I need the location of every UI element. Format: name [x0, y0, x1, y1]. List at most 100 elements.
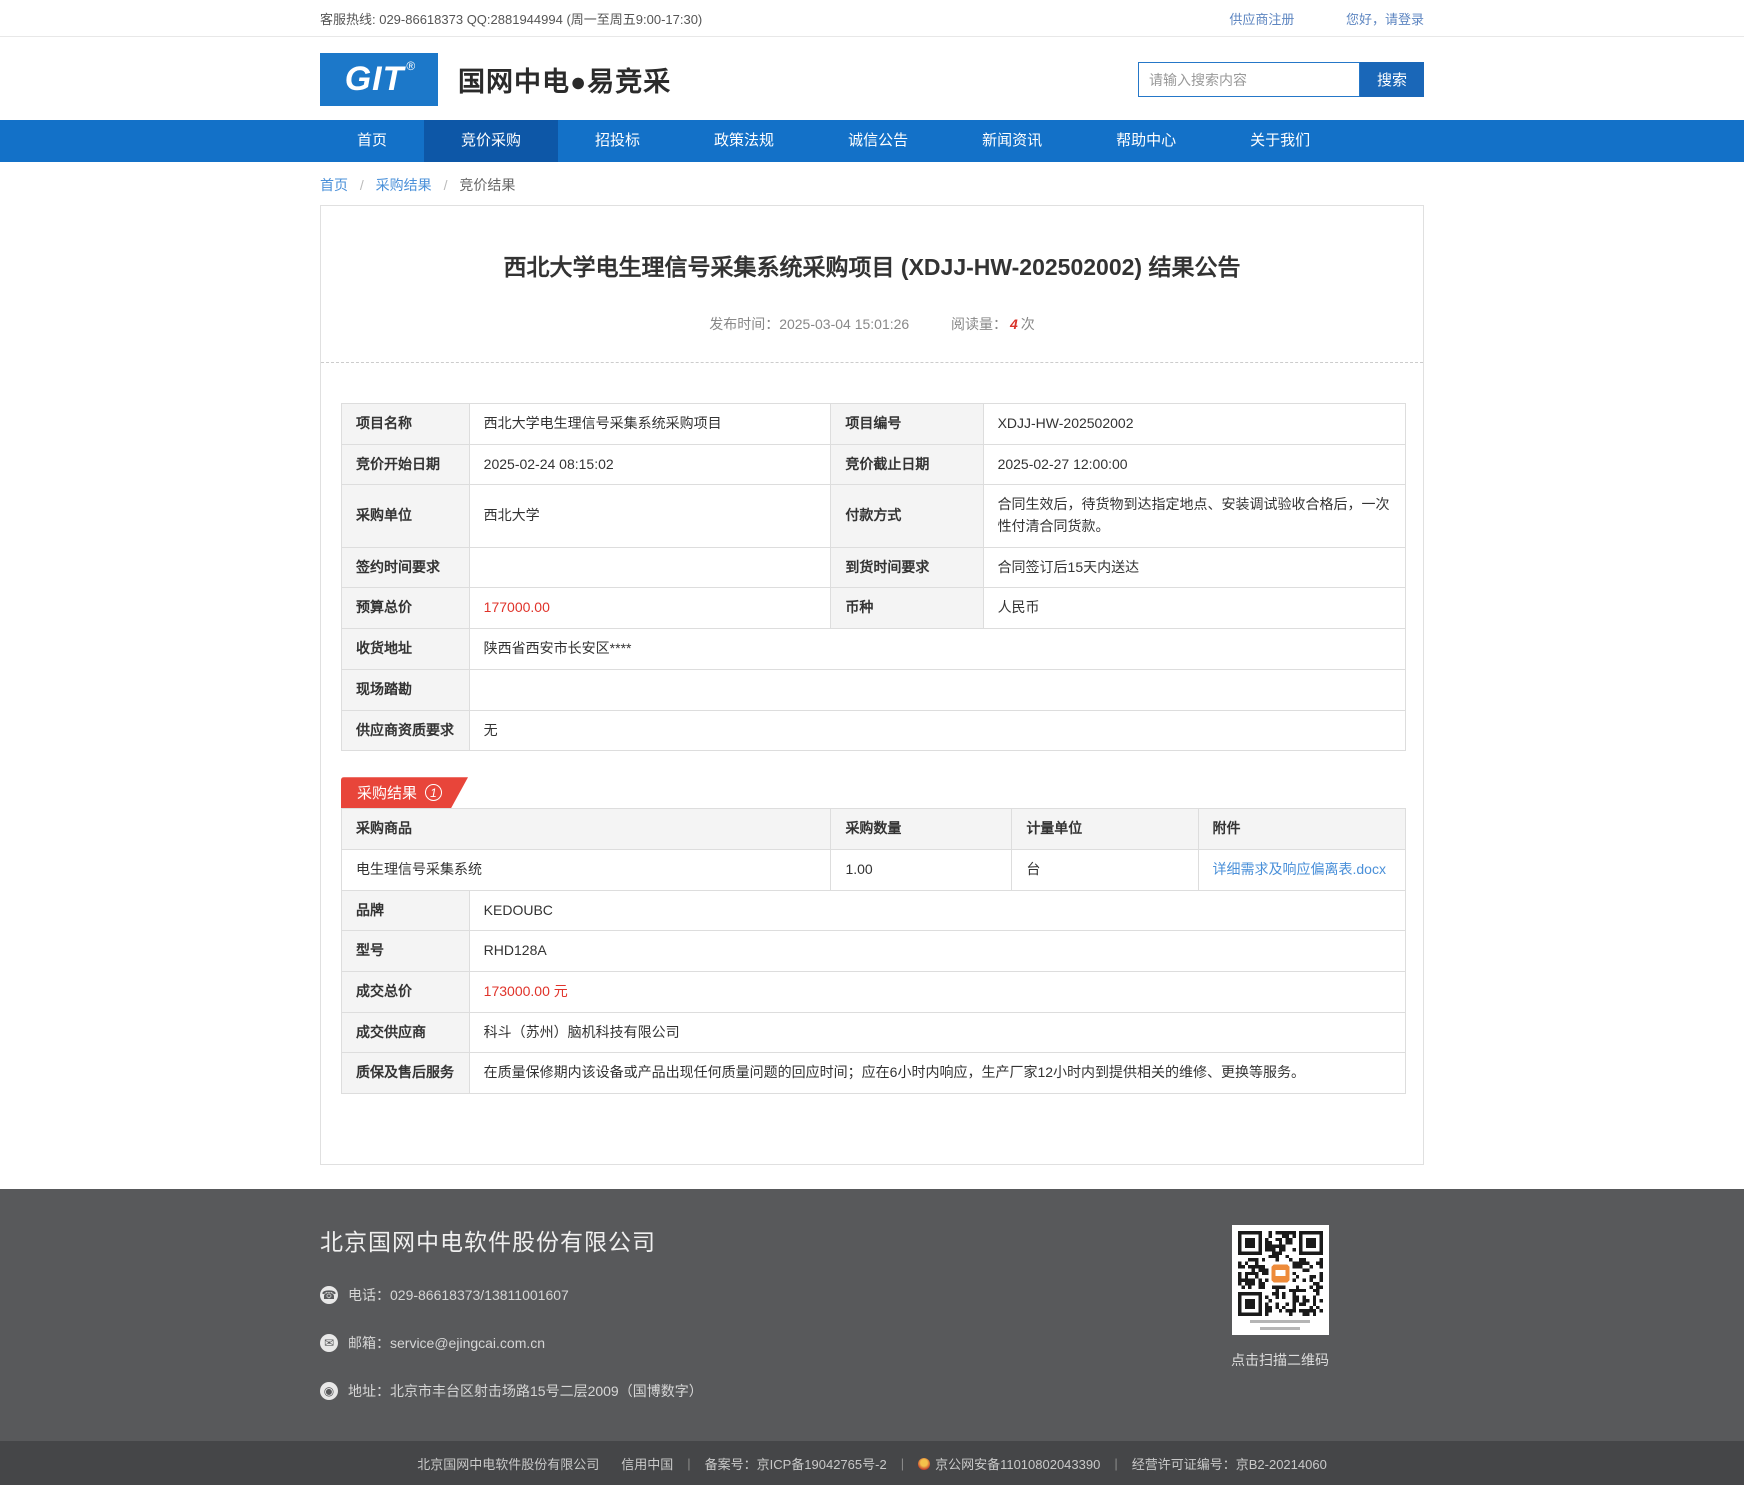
email-value: service@ejingcai.com.cn: [390, 1335, 545, 1351]
purchase-result-tag-label: 采购结果: [357, 782, 417, 803]
police-badge-icon: [918, 1458, 930, 1470]
phone-label: 电话：: [348, 1285, 390, 1305]
field-label: 型号: [342, 931, 470, 972]
location-icon: ◉: [320, 1382, 338, 1400]
search-button[interactable]: 搜索: [1360, 62, 1424, 97]
footer-company-name: 北京国网中电软件股份有限公司: [320, 1223, 703, 1257]
field-label: 币种: [831, 588, 983, 629]
supplier-register-link[interactable]: 供应商注册: [1229, 12, 1294, 27]
address-label: 地址：: [348, 1381, 390, 1401]
purchase-result-detail-table: 品牌 KEDOUBC 型号 RHD128A 成交总价 173000.00 元 成…: [341, 890, 1406, 1094]
breadcrumb-home[interactable]: 首页: [320, 177, 348, 193]
nav-item-policies[interactable]: 政策法规: [677, 120, 811, 162]
login-link[interactable]: 您好，请登录: [1346, 12, 1424, 27]
main-nav: 首页 竞价采购 招投标 政策法规 诚信公告 新闻资讯 帮助中心 关于我们: [0, 120, 1744, 162]
column-header: 计量单位: [1012, 809, 1198, 850]
bottombar: 北京国网中电软件股份有限公司 信用中国 | 备案号：京ICP备19042765号…: [0, 1441, 1744, 1485]
table-row: 成交供应商 科斗（苏州）脑机科技有限公司: [342, 1012, 1406, 1053]
views-unit: 次: [1021, 316, 1035, 332]
publish-time-label: 发布时间：: [709, 316, 779, 332]
field-value: 西北大学: [469, 485, 831, 547]
field-label: 成交总价: [342, 971, 470, 1012]
breadcrumb: 首页 / 采购结果 / 竞价结果: [320, 162, 1424, 205]
field-value: 西北大学电生理信号采集系统采购项目: [469, 404, 831, 445]
field-label: 付款方式: [831, 485, 983, 547]
table-row: 供应商资质要求 无: [342, 710, 1406, 751]
product-quantity: 1.00: [831, 849, 1012, 890]
field-value: XDJJ-HW-202502002: [983, 404, 1405, 445]
model-value: RHD128A: [469, 931, 1405, 972]
nav-item-home[interactable]: 首页: [320, 120, 424, 162]
email-label: 邮箱：: [348, 1333, 390, 1353]
nav-item-bidding-purchase[interactable]: 竞价采购: [424, 120, 558, 162]
site-name: 国网中电●易竞采: [458, 60, 671, 99]
qr-code[interactable]: [1232, 1225, 1329, 1335]
search-bar: 搜索: [1138, 62, 1424, 97]
icp-record-link[interactable]: 备案号：京ICP备19042765号-2: [705, 1454, 887, 1473]
nav-item-news[interactable]: 新闻资讯: [945, 120, 1079, 162]
logo-text: GIT: [345, 53, 405, 106]
footer-info: 北京国网中电软件股份有限公司 ☎ 电话： 029-86618373/138110…: [320, 1223, 703, 1401]
views-count: 4: [1010, 316, 1018, 332]
nav-item-help-center[interactable]: 帮助中心: [1079, 120, 1213, 162]
field-value: 2025-02-24 08:15:02: [469, 444, 831, 485]
field-label: 品牌: [342, 890, 470, 931]
field-label: 项目编号: [831, 404, 983, 445]
product-name: 电生理信号采集系统: [342, 849, 831, 890]
field-value: 合同生效后，待货物到达指定地点、安装调试验收合格后，一次性付清合同货款。: [983, 485, 1405, 547]
breadcrumb-separator: /: [360, 177, 364, 193]
bottombar-company: 北京国网中电软件股份有限公司: [417, 1454, 599, 1473]
field-label: 竞价开始日期: [342, 444, 470, 485]
table-row: 品牌 KEDOUBC: [342, 890, 1406, 931]
git-logo: GIT®: [320, 53, 438, 106]
warranty-service: 在质量保修期内该设备或产品出现任何质量问题的回应时间；应在6小时内响应，生产厂家…: [469, 1053, 1405, 1094]
header: GIT® 国网中电●易竞采 搜索: [0, 37, 1744, 120]
footer-phone-line: ☎ 电话： 029-86618373/13811001607: [320, 1285, 703, 1305]
field-label: 供应商资质要求: [342, 710, 470, 751]
public-security-record: 京公网安备11010802043390: [918, 1454, 1100, 1473]
field-label: 项目名称: [342, 404, 470, 445]
qr-block[interactable]: 点击扫描二维码: [1231, 1225, 1329, 1401]
purchase-result-section: 采购结果 1: [341, 777, 1406, 808]
deal-total-price: 173000.00 元: [469, 971, 1405, 1012]
breadcrumb-purchase-results[interactable]: 采购结果: [376, 177, 432, 193]
public-security-link[interactable]: 京公网安备11010802043390: [935, 1457, 1100, 1472]
topbar: 客服热线: 029-86618373 QQ:2881944994 (周一至周五9…: [0, 0, 1744, 37]
phone-value: 029-86618373/13811001607: [390, 1287, 569, 1303]
nav-item-tenders[interactable]: 招投标: [558, 120, 677, 162]
column-header: 采购商品: [342, 809, 831, 850]
nav-item-integrity-notice[interactable]: 诚信公告: [811, 120, 945, 162]
article-meta: 发布时间：2025-03-04 15:01:26 阅读量：4次: [341, 314, 1403, 334]
announcement-card: 西北大学电生理信号采集系统采购项目 (XDJJ-HW-202502002) 结果…: [320, 205, 1424, 1165]
result-count-badge: 1: [425, 784, 442, 801]
publish-time-value: 2025-03-04 15:01:26: [779, 316, 909, 332]
address-value: 北京市丰台区射击场路15号二层2009（国博数字）: [390, 1381, 703, 1401]
search-input[interactable]: [1138, 62, 1360, 97]
field-label: 到货时间要求: [831, 547, 983, 588]
table-row: 竞价开始日期 2025-02-24 08:15:02 竞价截止日期 2025-0…: [342, 444, 1406, 485]
column-header: 附件: [1198, 809, 1406, 850]
hotline-text: 客服热线: 029-86618373 QQ:2881944994 (周一至周五9…: [320, 9, 702, 28]
project-info-table: 项目名称 西北大学电生理信号采集系统采购项目 项目编号 XDJJ-HW-2025…: [341, 403, 1406, 751]
table-row: 预算总价 177000.00 币种 人民币: [342, 588, 1406, 629]
field-value: [469, 669, 1405, 710]
credit-china-link[interactable]: 信用中国: [621, 1454, 673, 1473]
table-row: 采购单位 西北大学 付款方式 合同生效后，待货物到达指定地点、安装调试验收合格后…: [342, 485, 1406, 547]
nav-item-about-us[interactable]: 关于我们: [1213, 120, 1347, 162]
purchase-result-tag: 采购结果 1: [341, 777, 468, 808]
field-label: 成交供应商: [342, 1012, 470, 1053]
business-license-number: 经营许可证编号：京B2-20214060: [1132, 1454, 1327, 1473]
table-row: 签约时间要求 到货时间要求 合同签订后15天内送达: [342, 547, 1406, 588]
qr-caption-line: [1250, 1320, 1310, 1323]
field-label: 现场踏勘: [342, 669, 470, 710]
attachment-link[interactable]: 详细需求及响应偏离表.docx: [1213, 861, 1386, 877]
field-value: 合同签订后15天内送达: [983, 547, 1405, 588]
bottombar-separator: |: [901, 1456, 904, 1471]
page-title: 西北大学电生理信号采集系统采购项目 (XDJJ-HW-202502002) 结果…: [341, 248, 1403, 282]
table-row: 项目名称 西北大学电生理信号采集系统采购项目 项目编号 XDJJ-HW-2025…: [342, 404, 1406, 445]
purchase-result-table: 采购商品 采购数量 计量单位 附件 电生理信号采集系统 1.00 台 详细需求及…: [341, 808, 1406, 890]
qr-scan-caption: 点击扫描二维码: [1231, 1350, 1329, 1370]
phone-icon: ☎: [320, 1286, 338, 1304]
field-value: [469, 547, 831, 588]
table-row: 型号 RHD128A: [342, 931, 1406, 972]
